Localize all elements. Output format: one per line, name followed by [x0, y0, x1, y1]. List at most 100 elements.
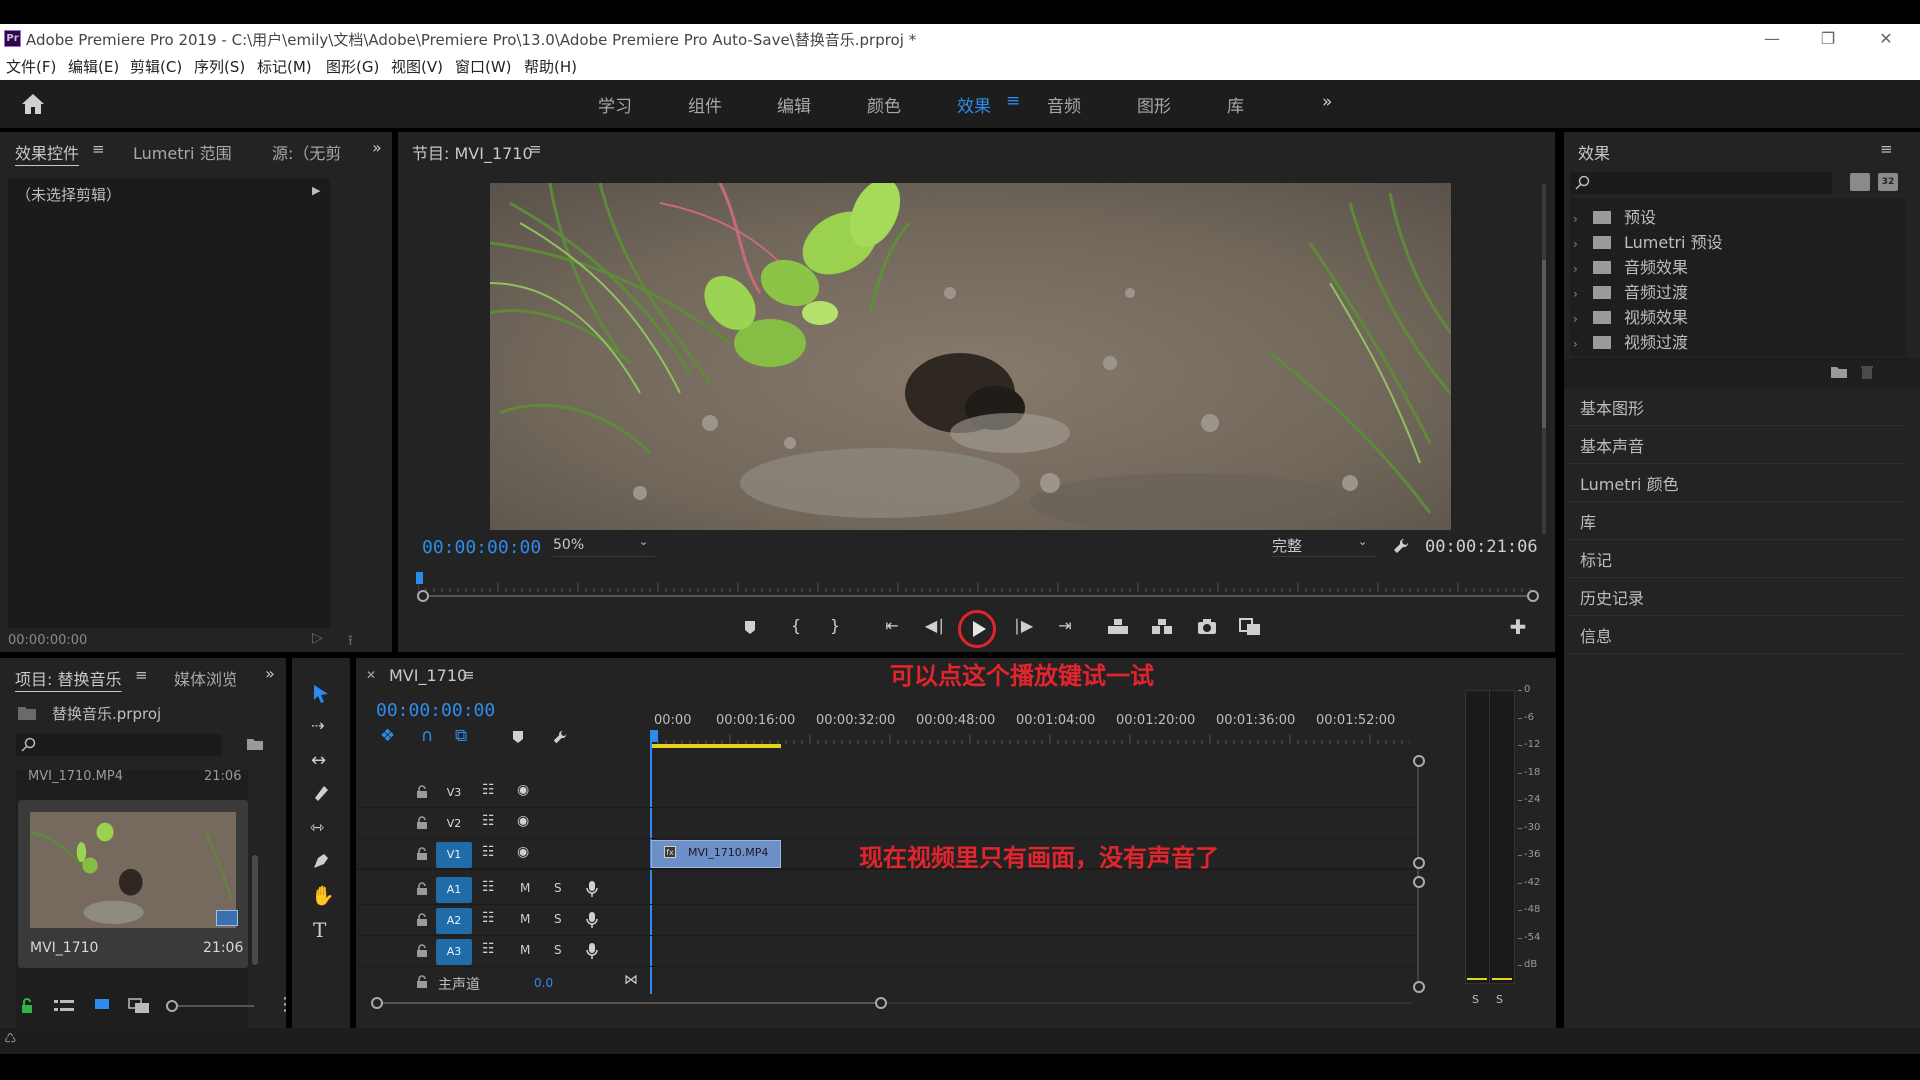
track-target-v2[interactable]: V2	[436, 811, 472, 837]
timeline-timecode[interactable]: 00:00:00:00	[376, 700, 495, 721]
panel-menu-icon[interactable]: ≡	[92, 140, 105, 158]
filter-clip-icon[interactable]: ▷	[312, 630, 323, 646]
track-select-tool-icon[interactable]: ⇢	[311, 716, 324, 735]
zoom-scroll-track[interactable]	[422, 595, 1534, 597]
section-essential-graphics[interactable]: 基本图形	[1566, 389, 1906, 426]
selection-tool-icon[interactable]	[312, 684, 330, 704]
voice-over-mic-icon[interactable]	[586, 911, 598, 929]
voice-over-mic-icon[interactable]	[586, 880, 598, 898]
toggle-output-eye-icon[interactable]: ◉	[517, 844, 529, 860]
track-lock-icon[interactable]	[416, 816, 428, 830]
toggle-output-eye-icon[interactable]: ◉	[517, 813, 529, 829]
menu-graphics[interactable]: 图形(G)	[326, 56, 379, 77]
sequence-tab[interactable]: MVI_1710	[389, 666, 467, 685]
effects-folder-video-transitions[interactable]: › 视频过渡	[1573, 329, 1688, 353]
timeline-playhead-handle[interactable]	[650, 730, 658, 742]
hand-tool-icon[interactable]: ✋	[311, 884, 335, 907]
icon-view-icon[interactable]	[94, 998, 110, 1012]
section-markers[interactable]: 标记	[1566, 541, 1906, 578]
slip-tool-icon[interactable]: ⇿	[310, 818, 324, 838]
section-libraries[interactable]: 库	[1566, 503, 1906, 540]
wrench-settings-icon[interactable]	[1392, 537, 1410, 555]
effects-folder-audio-transitions[interactable]: › 音频过渡	[1573, 279, 1688, 303]
solo-button[interactable]: S	[554, 943, 562, 957]
timeline-vertical-scroll-track[interactable]	[1417, 756, 1419, 990]
section-essential-sound[interactable]: 基本声音	[1566, 427, 1906, 464]
program-time-ruler[interactable]	[417, 578, 1536, 592]
effects-menu-icon[interactable]: ≡	[1880, 140, 1893, 158]
menu-marker[interactable]: 标记(M)	[257, 56, 312, 77]
horizontal-scroll-handle-left[interactable]	[371, 997, 383, 1009]
zoom-slider-handle[interactable]	[166, 1000, 178, 1012]
track-target-a2[interactable]: A2	[436, 908, 472, 934]
track-target-a1[interactable]: A1	[436, 877, 472, 903]
track-lock-icon[interactable]	[416, 975, 428, 989]
timeline-horizontal-scroll-track[interactable]	[378, 1002, 878, 1004]
work-area-bar[interactable]	[651, 744, 781, 748]
comparison-view-icon[interactable]	[1238, 617, 1262, 637]
solo-right-button[interactable]: S	[1496, 993, 1503, 1006]
freeform-view-icon[interactable]	[128, 998, 150, 1014]
program-playhead-marker[interactable]	[416, 572, 423, 584]
effects-search-input[interactable]	[1570, 172, 1832, 194]
go-to-out-icon[interactable]: ⇥	[1051, 616, 1079, 635]
lift-icon[interactable]	[1106, 617, 1130, 637]
sync-lock-icon[interactable]: ☷	[482, 941, 495, 957]
effects-folder-audio-effects[interactable]: › 音频效果	[1573, 254, 1688, 278]
mark-out-icon[interactable]: }	[821, 616, 849, 635]
status-sync-icon[interactable]: ♺	[4, 1031, 17, 1047]
track-target-v1[interactable]: V1	[436, 842, 472, 868]
menu-clip[interactable]: 剪辑(C)	[130, 56, 182, 77]
program-scroll-thumb[interactable]	[1542, 260, 1546, 428]
clip-thumbnail-card[interactable]: MVI_1710 21:06	[18, 800, 248, 968]
home-icon[interactable]	[20, 92, 46, 116]
program-playhead-timecode[interactable]: 00:00:00:00	[422, 537, 541, 558]
accelerated-effects-icon[interactable]	[1850, 173, 1870, 191]
workspace-tab-assembly[interactable]: 组件	[688, 92, 722, 117]
sync-lock-icon[interactable]: ☷	[482, 782, 495, 798]
section-info[interactable]: 信息	[1566, 617, 1906, 654]
workspace-tab-effects[interactable]: 效果	[957, 92, 991, 117]
project-scrollbar[interactable]	[252, 855, 258, 965]
section-history[interactable]: 历史记录	[1566, 579, 1906, 616]
toggle-output-eye-icon[interactable]: ◉	[517, 782, 529, 798]
solo-button[interactable]: S	[554, 912, 562, 926]
nest-sequence-icon[interactable]: ❖	[380, 726, 395, 746]
workspace-tab-learn[interactable]: 学习	[598, 92, 632, 117]
track-lock-icon[interactable]	[416, 785, 428, 799]
tab-project[interactable]: 项目: 替换音乐	[15, 666, 121, 690]
tab-effect-controls[interactable]: 效果控件	[15, 140, 79, 164]
track-target-a3[interactable]: A3	[436, 939, 472, 965]
horizontal-scroll-handle-right[interactable]	[875, 997, 887, 1009]
track-target-v3[interactable]: V3	[436, 780, 472, 806]
effects-folder-video-effects[interactable]: › 视频效果	[1573, 304, 1688, 328]
ripple-edit-tool-icon[interactable]: ↔	[311, 750, 326, 771]
sync-lock-icon[interactable]: ☷	[482, 910, 495, 926]
sync-lock-icon[interactable]: ☷	[482, 813, 495, 829]
menu-help[interactable]: 帮助(H)	[524, 56, 577, 77]
type-tool-icon[interactable]: T	[313, 918, 326, 942]
add-marker-icon[interactable]	[740, 617, 760, 637]
mute-button[interactable]: M	[520, 943, 530, 957]
workspace-tab-color[interactable]: 颜色	[867, 92, 901, 117]
mute-button[interactable]: M	[520, 912, 530, 926]
step-forward-icon[interactable]: ∣▶	[1009, 616, 1037, 635]
mark-in-icon[interactable]: {	[782, 616, 810, 635]
zoom-handle-left[interactable]	[417, 590, 429, 602]
more-workspaces-icon[interactable]: »	[1322, 92, 1332, 112]
find-bin-icon[interactable]	[246, 737, 264, 751]
mute-button[interactable]: M	[520, 881, 530, 895]
track-lock-icon[interactable]	[416, 913, 428, 927]
lock-icon[interactable]	[20, 998, 34, 1014]
linked-selection-icon[interactable]: ⧉	[455, 726, 467, 746]
32bit-effects-icon[interactable]: 32	[1878, 173, 1898, 191]
new-bin-icon[interactable]	[1830, 365, 1848, 379]
playback-resolution-select[interactable]: 完整 ⌄	[1272, 535, 1376, 557]
workspace-tab-graphics[interactable]: 图形	[1137, 92, 1171, 117]
panel-overflow-icon[interactable]: »	[265, 664, 275, 683]
track-lock-icon[interactable]	[416, 847, 428, 861]
export-frame-camera-icon[interactable]	[1196, 617, 1218, 637]
timeline-menu-icon[interactable]: ≡	[462, 666, 475, 684]
menu-window[interactable]: 窗口(W)	[455, 56, 512, 77]
menu-view[interactable]: 视图(V)	[391, 56, 443, 77]
